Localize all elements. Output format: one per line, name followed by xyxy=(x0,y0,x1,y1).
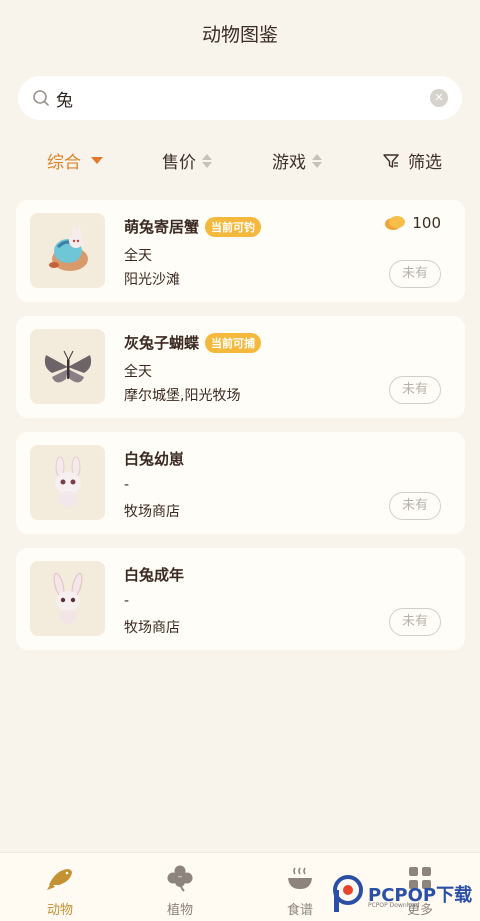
close-icon[interactable]: ✕ xyxy=(430,89,448,107)
item-price: 100 xyxy=(384,214,441,232)
owned-status-button[interactable]: 未有 xyxy=(389,608,441,636)
item-time: 全天 xyxy=(124,364,152,380)
item-time: - xyxy=(124,477,130,493)
item-name: 萌兔寄居蟹 xyxy=(124,218,200,236)
price-value: 100 xyxy=(412,214,441,232)
butterfly-icon xyxy=(44,350,91,383)
rabbit-icon xyxy=(54,456,81,507)
fish-icon xyxy=(47,869,72,890)
pcpop-logo-icon xyxy=(333,875,363,912)
item-location: 阳光沙滩 xyxy=(124,272,180,288)
item-time: 全天 xyxy=(124,248,152,264)
item-name: 白兔幼崽 xyxy=(124,450,185,468)
filter-label: 综合 xyxy=(47,153,81,173)
sort-icon xyxy=(312,153,322,168)
item-location: 牧场商店 xyxy=(124,504,180,520)
item-name-row: 萌兔寄居蟹 当前可钓 xyxy=(124,216,262,237)
tab-label: 植物 xyxy=(166,903,193,918)
filter-label: 筛选 xyxy=(408,153,442,173)
animal-thumbnail xyxy=(30,561,105,636)
item-location: 牧场商店 xyxy=(124,620,180,636)
search-icon xyxy=(33,90,49,106)
funnel-icon xyxy=(383,153,399,168)
filter-game[interactable]: 游戏 xyxy=(272,148,322,173)
list-item[interactable]: 白兔幼崽 - 牧场商店 未有 xyxy=(16,432,465,534)
search-bar[interactable]: 兔 ✕ xyxy=(18,76,462,120)
hermit-crab-icon xyxy=(48,224,88,271)
owned-status-button[interactable]: 未有 xyxy=(389,492,441,520)
animal-thumbnail xyxy=(30,445,105,520)
item-location: 摩尔城堡,阳光牧场 xyxy=(124,388,241,404)
caret-down-icon xyxy=(91,157,103,164)
watermark: PCPOP下载 PCPOP Download xyxy=(332,872,480,916)
filter-price[interactable]: 售价 xyxy=(162,148,212,173)
list-item[interactable]: 白兔成年 - 牧场商店 未有 xyxy=(16,548,465,650)
list-item[interactable]: 萌兔寄居蟹 当前可钓 全天 阳光沙滩 100 未有 xyxy=(16,200,465,302)
sort-icon xyxy=(202,153,212,168)
page-title: 动物图鉴 xyxy=(201,24,278,46)
filter-label: 游戏 xyxy=(272,153,306,173)
bowl-icon xyxy=(288,867,312,889)
filter-label: 售价 xyxy=(162,153,196,173)
filter-button[interactable]: 筛选 xyxy=(382,148,442,173)
tab-recipes[interactable]: 食谱 xyxy=(260,863,340,918)
tab-plants[interactable]: 植物 xyxy=(140,863,220,918)
animal-thumbnail xyxy=(30,213,105,288)
item-name: 白兔成年 xyxy=(124,566,185,584)
watermark-subtext: PCPOP Download xyxy=(368,902,420,909)
filter-bar: 综合 售价 游戏 筛选 xyxy=(0,148,480,176)
owned-status-button[interactable]: 未有 xyxy=(389,376,441,404)
list-item[interactable]: 灰兔子蝴蝶 当前可捕 全天 摩尔城堡,阳光牧场 未有 xyxy=(16,316,465,418)
filter-comprehensive[interactable]: 综合 xyxy=(47,148,103,173)
animal-thumbnail xyxy=(30,329,105,404)
clover-icon xyxy=(167,865,193,892)
tab-animals[interactable]: 动物 xyxy=(20,863,100,918)
coin-icon xyxy=(385,216,406,230)
item-name-row: 白兔成年 xyxy=(124,564,184,585)
owned-status-button[interactable]: 未有 xyxy=(389,260,441,288)
item-time: - xyxy=(124,593,130,609)
item-name-row: 灰兔子蝴蝶 当前可捕 xyxy=(124,332,262,353)
status-badge: 当前可钓 xyxy=(205,216,262,237)
rabbit-icon xyxy=(53,572,82,624)
item-name: 灰兔子蝴蝶 xyxy=(124,334,200,352)
tab-label: 食谱 xyxy=(286,903,313,918)
status-badge: 当前可捕 xyxy=(205,332,262,353)
tab-label: 动物 xyxy=(46,903,73,918)
item-name-row: 白兔幼崽 xyxy=(124,448,184,469)
search-input[interactable]: 兔 xyxy=(56,86,430,111)
